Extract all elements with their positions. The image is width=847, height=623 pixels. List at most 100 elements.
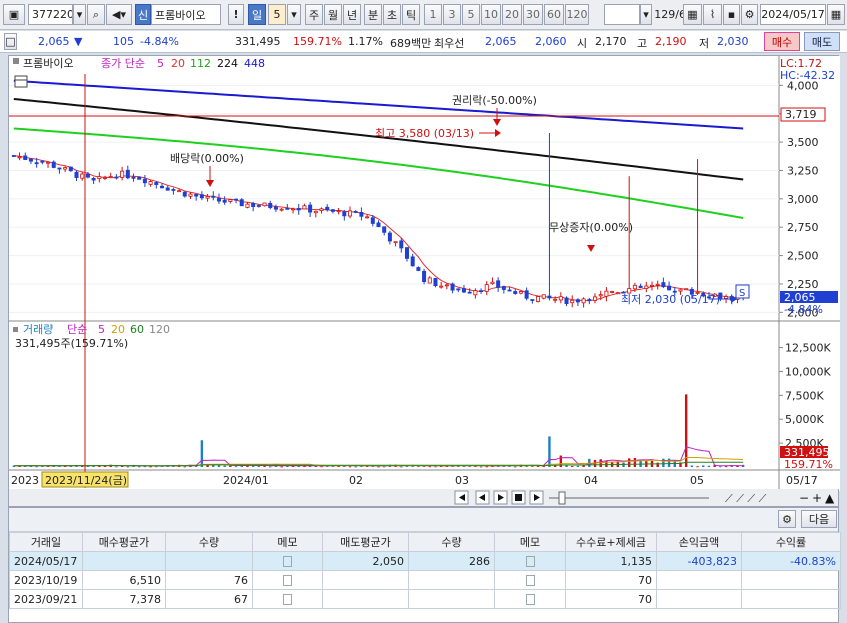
volume-bar (548, 436, 551, 467)
zoom-out-icon[interactable]: − (799, 491, 809, 505)
candle-body (570, 299, 575, 304)
cell (322, 570, 409, 590)
memo-icon[interactable] (494, 589, 566, 609)
period-day[interactable]: 일 (248, 4, 266, 25)
candle-body (348, 210, 353, 217)
stock-name-field[interactable]: 프롬바이오 (151, 4, 221, 25)
memo-icon[interactable] (252, 589, 323, 609)
candle-body (399, 240, 404, 249)
candle-body (541, 294, 546, 299)
grid-icon[interactable]: ▦ (683, 4, 702, 25)
candle-body (222, 199, 227, 203)
scroll-thumb[interactable] (558, 491, 566, 505)
calendar-icon[interactable]: ▦ (827, 4, 845, 25)
period-tick[interactable]: 틱 (402, 4, 420, 25)
volume-tick-label: 7,500K (785, 389, 824, 402)
period-count[interactable]: 5 (268, 4, 286, 25)
save-icon[interactable]: ▪ (723, 4, 740, 25)
volume-value: 331,495주(159.71%) (15, 337, 128, 350)
zoom-in-icon[interactable]: + (812, 491, 822, 505)
candle-body (194, 193, 199, 197)
interval-20[interactable]: 20 (502, 4, 522, 25)
candle-body (547, 295, 552, 299)
interval-60[interactable]: 60 (544, 4, 564, 25)
candle-body (97, 176, 102, 180)
panel-handle-icon[interactable] (13, 58, 19, 64)
volume-bar (656, 462, 659, 467)
col-pnl: 손익금액 (656, 532, 742, 552)
candle-body (439, 285, 444, 288)
period-dropdown-icon[interactable]: ▾ (287, 4, 301, 25)
best-price-1: 2,065 (485, 35, 517, 48)
volume-bar (137, 466, 141, 468)
interval-120[interactable]: 120 (565, 4, 589, 25)
candle-body (490, 281, 495, 285)
code-dropdown-icon[interactable]: ▾ (73, 4, 86, 25)
chart-tool-icon[interactable]: ⌇ (703, 4, 722, 25)
candle-body (678, 289, 683, 292)
period-second[interactable]: 초 (383, 4, 401, 25)
table-row[interactable]: 2024/05/17 2,050 286 1,135 -403,823 -40.… (9, 551, 841, 571)
chart-area[interactable]: 4,0003,7503,5003,2503,0002,7502,5002,250… (8, 55, 840, 491)
buy-button[interactable]: 매수 (764, 32, 800, 51)
cell: 7,378 (82, 589, 166, 609)
interval-5[interactable]: 5 (462, 4, 480, 25)
speaker-icon[interactable]: ◀▾ (106, 4, 132, 25)
collapse-icon[interactable]: □ (4, 33, 17, 50)
period-year[interactable]: 년 (343, 4, 361, 25)
table-row[interactable]: 2023/09/21 7,378 67 70 (9, 589, 841, 609)
sell-button[interactable]: 매도 (804, 32, 840, 51)
high-label: 고 (637, 37, 648, 50)
alert-button[interactable]: ! (228, 4, 244, 25)
interval-dropdown-icon[interactable]: ▾ (640, 4, 652, 25)
current-price: 2,065 (38, 35, 70, 48)
memo-icon[interactable] (494, 570, 566, 590)
cell (656, 570, 742, 590)
candle-body (216, 198, 221, 202)
memo-icon[interactable] (252, 551, 323, 571)
volume-bar (514, 466, 517, 468)
col-buy-memo: 메모 (252, 532, 323, 552)
table-row[interactable]: 2023/10/19 6,510 76 70 (9, 570, 841, 590)
cell (408, 570, 495, 590)
cell: 2024/05/17 (9, 551, 83, 571)
rights-marker (493, 119, 501, 126)
s-badge-label: S (739, 288, 745, 299)
cell: 286 (408, 551, 495, 571)
price-chart[interactable]: 4,0003,7503,5003,2503,0002,7502,5002,250… (9, 56, 840, 491)
candle-body (28, 158, 33, 162)
layout-icon[interactable]: ▣ (3, 4, 25, 25)
period-week[interactable]: 주 (305, 4, 323, 25)
interval-custom-input[interactable] (604, 4, 640, 25)
cell: 2023/09/21 (9, 589, 83, 609)
move-icon[interactable]: ▲ (825, 491, 835, 505)
date-input[interactable]: 2024/05/17 (760, 4, 826, 25)
candle-body (251, 202, 256, 207)
volume-ma-120: 120 (149, 323, 170, 336)
code-input[interactable]: 377220 (28, 4, 73, 25)
candle-body (404, 247, 409, 259)
annotation-bonus: 무상증자(0.00%) (549, 221, 633, 234)
trade-settings-icon[interactable]: ⚙ (778, 510, 796, 528)
interval-3[interactable]: 3 (443, 4, 461, 25)
search-icon[interactable]: ⌕ (87, 4, 105, 25)
period-minute[interactable]: 분 (364, 4, 382, 25)
volume-panel-legend: 거래량 단순 5 20 60 120 331,495주(159.71%) (13, 323, 170, 350)
table-icon[interactable] (14, 75, 28, 88)
candle-body (382, 226, 387, 233)
interval-30[interactable]: 30 (523, 4, 543, 25)
draw-tool-icons[interactable]: ⟋ ⟋ ⟋ ⟋ (725, 492, 767, 505)
memo-icon[interactable] (494, 551, 566, 571)
candle-body (137, 176, 142, 180)
volume-handle-icon[interactable] (13, 327, 18, 332)
interval-1[interactable]: 1 (424, 4, 442, 25)
next-page-button[interactable]: 다음 (801, 510, 837, 528)
candle-body (593, 296, 598, 301)
settings-icon[interactable]: ⚙ (741, 4, 758, 25)
candle-body (575, 299, 580, 303)
candle-body (661, 282, 666, 288)
annotation-high: 최고 3,580 (03/13) (375, 127, 474, 140)
period-month[interactable]: 월 (324, 4, 342, 25)
memo-icon[interactable] (252, 570, 323, 590)
interval-10[interactable]: 10 (481, 4, 501, 25)
